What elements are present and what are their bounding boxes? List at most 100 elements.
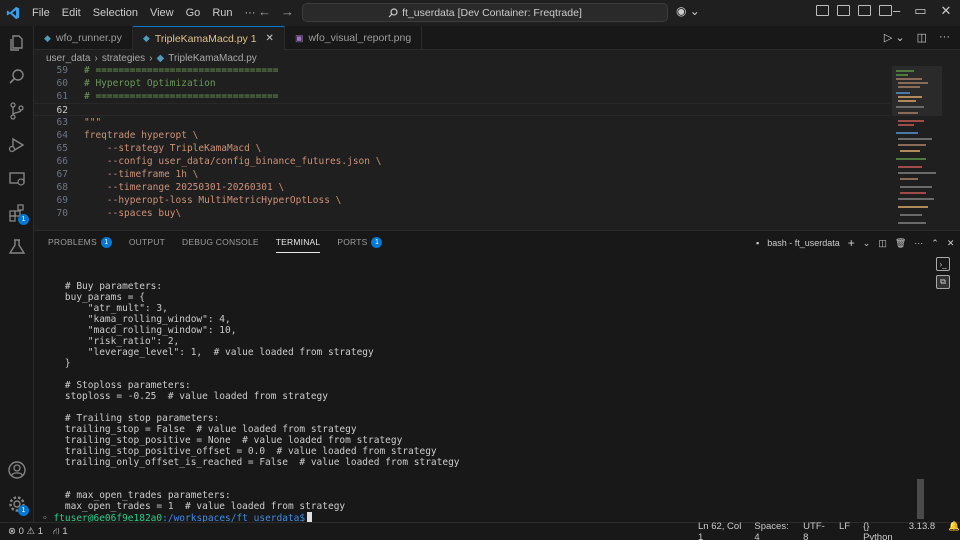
maximize-icon[interactable]: ▭ — [914, 3, 926, 19]
menu-go[interactable]: Go — [180, 7, 207, 19]
chevron-right-icon: › — [149, 52, 153, 64]
split-editor-icon[interactable]: ◫ — [917, 31, 927, 44]
account-icon[interactable] — [7, 460, 27, 480]
new-terminal-icon[interactable]: + — [848, 236, 855, 250]
menu-run[interactable]: Run — [206, 7, 238, 19]
code-editor[interactable]: 59 # ================================ 60 #… — [34, 66, 890, 230]
tab-terminal[interactable]: TERMINAL — [275, 231, 321, 253]
language-mode[interactable]: {} Python — [863, 521, 896, 540]
terminal-line: trailing_stop_positive_offset = 0.0 # va… — [42, 446, 437, 457]
terminal-line: # Stoploss parameters: — [42, 380, 191, 391]
tab-output[interactable]: OUTPUT — [129, 231, 165, 253]
problems-status[interactable]: ⊗ 0 ⚠ 1 — [8, 526, 43, 538]
minimize-icon[interactable]: – — [893, 3, 900, 19]
tab-wfo-visual-report[interactable]: ▣ wfo_visual_report.png — [285, 26, 423, 50]
remote-explorer-icon[interactable] — [7, 169, 27, 189]
testing-flask-icon[interactable] — [7, 237, 27, 257]
terminal-line: # Buy parameters: — [42, 281, 163, 292]
run-python-icon[interactable]: ▷ ⌄ — [884, 31, 905, 44]
ports-status[interactable]: ⛙ 1 — [53, 526, 68, 538]
terminal-output[interactable]: # Buy parameters: buy_params = { "atr_mu… — [34, 253, 916, 523]
copilot-icon[interactable]: ◉ ⌄ — [676, 4, 700, 18]
tab-wfo-runner[interactable]: ◆ wfo_runner.py — [34, 26, 133, 50]
terminal-line: "atr_mult": 3, — [42, 303, 168, 314]
terminal-line: stoploss = -0.25 # value loaded from str… — [42, 391, 328, 402]
code-line: 64 freqtrade hyperopt \ — [56, 130, 199, 141]
kill-terminal-icon[interactable]: 🗑 — [895, 238, 906, 249]
breadcrumb-item[interactable]: user_data — [46, 53, 90, 64]
explorer-icon[interactable] — [7, 33, 27, 53]
tab-debug-console[interactable]: DEBUG CONSOLE — [182, 231, 259, 253]
source-control-icon[interactable] — [7, 101, 27, 121]
layout-controls — [816, 5, 892, 16]
python-file-icon: ◆ — [44, 32, 51, 43]
code-line: 59 # ================================ — [56, 66, 279, 76]
terminal-instance-icon[interactable]: ›_ — [936, 257, 950, 271]
code-line: 65 --strategy TripleKamaMacd \ — [56, 143, 262, 154]
code-line: 67 --timeframe 1h \ — [56, 169, 199, 180]
run-debug-icon[interactable] — [7, 135, 27, 155]
bottom-panel: PROBLEMS 1 OUTPUT DEBUG CONSOLE TERMINAL… — [34, 230, 960, 523]
activity-bar: 1 1 — [0, 26, 34, 522]
end-of-line[interactable]: LF — [839, 521, 850, 540]
terminal-line: "macd_rolling_window": 10, — [42, 325, 237, 336]
problems-badge: 1 — [100, 236, 112, 248]
cursor-position[interactable]: Ln 62, Col 1 — [698, 521, 741, 540]
close-panel-icon[interactable]: ✕ — [947, 238, 955, 249]
status-right: Ln 62, Col 1 Spaces: 4 UTF-8 LF {} Pytho… — [698, 521, 960, 540]
toggle-primary-sidebar-icon[interactable] — [816, 5, 829, 16]
editor-tabs: ◆ wfo_runner.py ◆ TripleKamaMacd.py 1 ✕ … — [34, 26, 960, 50]
python-file-icon: ◆ — [142, 33, 150, 43]
menu-file[interactable]: File — [26, 7, 56, 19]
command-center-search[interactable]: ft_userdata [Dev Container: Freqtrade] — [302, 3, 668, 22]
more-actions-icon[interactable]: ··· — [914, 238, 923, 248]
search-icon — [388, 7, 398, 17]
breadcrumb-item[interactable]: strategies — [102, 53, 145, 64]
close-window-icon[interactable]: ✕ — [941, 3, 952, 19]
terminal-scrollbar[interactable] — [917, 479, 924, 519]
terminal-line: trailing_stop_positive = None # value lo… — [42, 435, 403, 446]
code-line: 63 """ — [56, 117, 102, 128]
menu-selection[interactable]: Selection — [87, 7, 144, 19]
python-version[interactable]: 3.13.8 — [909, 521, 935, 540]
notifications-bell-icon[interactable]: 🔔 — [948, 521, 960, 540]
chevron-down-icon[interactable]: ⌄ — [863, 238, 871, 249]
terminal-shell-label[interactable]: bash - ft_userdata — [767, 238, 840, 248]
toggle-panel-icon[interactable] — [858, 5, 871, 16]
tab-ports[interactable]: PORTS 1 — [337, 231, 383, 253]
terminal-instance-icon[interactable]: ⧉ — [936, 275, 950, 289]
python-file-icon: ◆ — [156, 52, 165, 64]
extensions-icon[interactable]: 1 — [7, 203, 29, 225]
panel-actions: ▪ bash - ft_userdata + ⌄ ◫ 🗑 ··· ⌃ ✕ — [756, 236, 954, 250]
terminal-line: "leverage_level": 1, # value loaded from… — [42, 347, 374, 358]
toggle-editor-layout-icon[interactable] — [837, 5, 850, 16]
split-terminal-icon[interactable]: ◫ — [878, 238, 887, 249]
menu-edit[interactable]: Edit — [56, 7, 87, 19]
toggle-secondary-sidebar-icon[interactable] — [879, 5, 892, 16]
minimap[interactable] — [890, 66, 960, 230]
menu-view[interactable]: View — [144, 7, 180, 19]
terminal-shell-icon: ▪ — [756, 238, 760, 248]
back-arrow-icon[interactable]: ← — [258, 4, 271, 19]
tab-problems[interactable]: PROBLEMS 1 — [48, 231, 112, 253]
image-file-icon: ▣ — [294, 32, 304, 43]
search-sidebar-icon[interactable] — [7, 67, 27, 87]
encoding[interactable]: UTF-8 — [803, 521, 826, 540]
terminal-line: trailing_stop = False # value loaded fro… — [42, 424, 357, 435]
manage-gear-icon[interactable]: 1 — [7, 494, 29, 516]
more-actions-icon[interactable]: ··· — [939, 31, 950, 44]
tab-label: TripleKamaMacd.py 1 — [154, 32, 257, 45]
breadcrumb-item[interactable]: TripleKamaMacd.py — [168, 53, 257, 64]
terminal-line: buy_params = { — [42, 292, 145, 303]
code-line: 66 --config user_data/config_binance_fut… — [56, 156, 382, 167]
vscode-logo-icon — [0, 0, 26, 26]
code-line: 69 --hyperopt-loss MultiMetricHyperOptLo… — [56, 195, 342, 206]
forward-arrow-icon[interactable]: → — [281, 4, 294, 19]
tab-triple-kama-macd[interactable]: ◆ TripleKamaMacd.py 1 ✕ — [132, 26, 285, 50]
code-line: 68 --timerange 20250301-20260301 \ — [56, 182, 285, 193]
maximize-panel-icon[interactable]: ⌃ — [931, 238, 939, 249]
navigation-arrows: ← → — [258, 4, 294, 19]
indentation[interactable]: Spaces: 4 — [754, 521, 790, 540]
close-tab-icon[interactable]: ✕ — [266, 33, 274, 44]
title-bar: File Edit Selection View Go Run ··· ← → … — [0, 0, 960, 26]
